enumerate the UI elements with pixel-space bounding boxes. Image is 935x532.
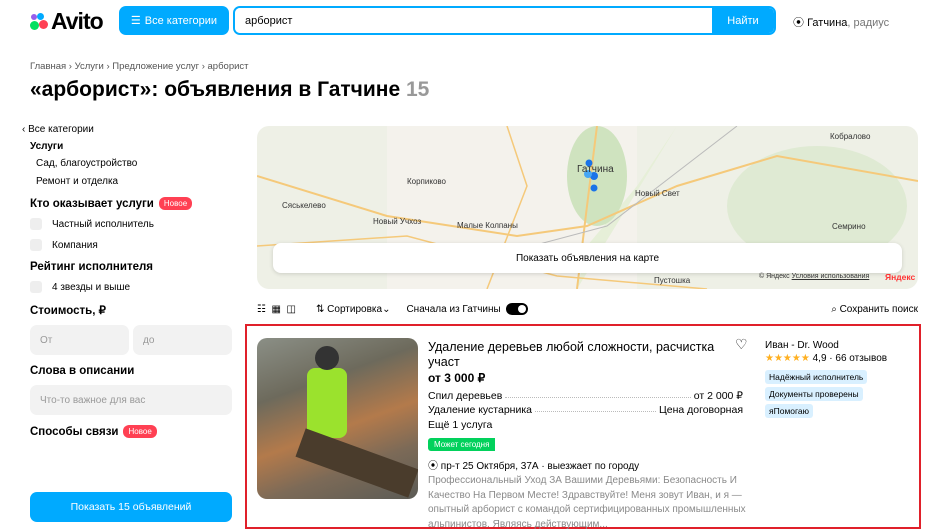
- favorite-heart-icon[interactable]: ♡: [735, 336, 748, 353]
- seller-name[interactable]: Иван - Dr. Wood: [765, 340, 839, 351]
- show-results-button[interactable]: Показать 15 объявлений: [30, 492, 232, 522]
- location-selector[interactable]: ⦿ Гатчина, радиус: [793, 14, 889, 30]
- map-view-icon[interactable]: ◫: [287, 304, 296, 315]
- result-count: 15: [405, 78, 430, 101]
- save-search-button[interactable]: ⌕ Сохранить поиск: [831, 304, 918, 315]
- catalog-search-icon: ☰: [130, 15, 141, 27]
- grid-view-icon[interactable]: ▦: [272, 304, 281, 315]
- page-title: «арборист»: объявления в Гатчине 15: [30, 78, 430, 101]
- listing-address: ⦿ пр-т 25 Октября, 37А · выезжает по гор…: [428, 461, 640, 472]
- listing-title[interactable]: Удаление деревьев любой сложности, расчи…: [428, 340, 728, 370]
- more-services-link[interactable]: Ещё 1 услуга: [428, 419, 492, 431]
- price-from-input[interactable]: От: [30, 325, 129, 355]
- listing-photo[interactable]: [257, 338, 418, 499]
- service-row: Спил деревьев от 2 000 ₽: [428, 390, 743, 402]
- map-label: Новый Свет: [635, 189, 680, 198]
- filters-sidebar: ‹ Все категории Услуги Сад, благоустройс…: [22, 124, 237, 446]
- map-copyright: © Яндекс: [759, 273, 790, 280]
- location-city: Гатчина: [807, 17, 848, 29]
- location-pin-icon: ⦿: [793, 17, 804, 29]
- new-badge: Новое: [123, 425, 157, 438]
- new-badge: Новое: [158, 197, 193, 210]
- service-row: Удаление кустарника Цена договорная: [428, 404, 743, 416]
- map-label: Новый Учхоз: [373, 217, 422, 226]
- private-checkbox[interactable]: Частный исполнитель: [30, 218, 237, 230]
- words-filter-title: Слова в описании: [30, 365, 135, 377]
- breadcrumb[interactable]: Главная › Услуги › Предложение услуг › а…: [30, 61, 249, 72]
- search-bar: Найти: [233, 6, 776, 35]
- contact-filter-title: Способы связи Новое: [30, 425, 237, 438]
- back-all-categories-link[interactable]: ‹ Все категории: [22, 124, 237, 135]
- avito-logo[interactable]: Avito: [30, 8, 104, 35]
- search-button[interactable]: Найти: [712, 8, 774, 33]
- map-label: Малые Колпаны: [457, 221, 518, 230]
- yandex-logo: Яндекс: [885, 272, 916, 282]
- all-categories-button[interactable]: ☰ Все категории: [119, 6, 229, 35]
- rating-stars-icon: ★★★★★: [765, 353, 810, 364]
- price-to-input[interactable]: до: [133, 325, 232, 355]
- price-filter-title: Стоимость, ₽: [30, 305, 106, 317]
- category-repair[interactable]: Ремонт и отделка: [36, 176, 237, 187]
- seller-tag: яПомогаю: [765, 404, 814, 418]
- categories-label: Все категории: [144, 14, 218, 27]
- listing-card[interactable]: Удаление деревьев любой сложности, расчи…: [245, 324, 921, 530]
- gatchina-first-toggle[interactable]: [505, 303, 528, 315]
- listing-description: Профессиональный Уход ЗА Вашими Деревьям…: [428, 475, 746, 530]
- company-checkbox[interactable]: Компания: [30, 239, 237, 251]
- sort-icon: ⇅: [316, 303, 325, 315]
- provider-filter-title: Кто оказывает услуги Новое: [30, 197, 237, 210]
- map-preview[interactable]: Кобралово Гатчина Корпиково Новый Свет С…: [257, 126, 918, 289]
- map-label: Корпиково: [407, 177, 447, 186]
- gatchina-first-label: Сначала из Гатчины: [406, 303, 501, 315]
- show-on-map-button[interactable]: Показать объявления на карте: [273, 243, 902, 273]
- logo-text: Avito: [51, 8, 104, 34]
- rating-filter-title: Рейтинг исполнителя: [30, 261, 153, 273]
- logo-dots-icon: [30, 12, 48, 31]
- map-label: Кобралово: [830, 132, 871, 141]
- search-input[interactable]: [235, 8, 712, 33]
- save-search-icon: ⌕: [831, 303, 837, 315]
- results-toolbar: ☷ ▦ ◫ ⇅ Сортировка⌄ Сначала из Гатчины ⌕…: [257, 301, 918, 317]
- seller-rating[interactable]: ★★★★★ 4,9 · 66 отзывов: [765, 353, 887, 364]
- available-today-badge: Может сегодня: [428, 438, 496, 451]
- list-view-icon[interactable]: ☷: [257, 304, 266, 315]
- map-label: Сяськелево: [282, 201, 326, 210]
- map-label: Гатчина: [577, 164, 614, 175]
- category-services[interactable]: Услуги: [30, 141, 237, 152]
- location-pin-icon: ⦿: [428, 461, 438, 472]
- map-label: Семрино: [832, 222, 866, 231]
- words-input[interactable]: Что-то важное для вас: [30, 385, 232, 415]
- listing-price: от 3 000 ₽: [428, 371, 486, 385]
- seller-tag: Документы проверены: [765, 387, 863, 401]
- sort-dropdown[interactable]: ⇅ Сортировка⌄: [316, 304, 390, 315]
- category-garden[interactable]: Сад, благоустройство: [36, 158, 237, 169]
- map-label: Пустошка: [654, 276, 691, 285]
- rating-4-checkbox[interactable]: 4 звезды и выше: [30, 281, 237, 293]
- seller-tag: Надёжный исполнитель: [765, 370, 868, 384]
- map-terms-link[interactable]: Условия использования: [792, 273, 870, 280]
- location-radius: , радиус: [847, 17, 890, 29]
